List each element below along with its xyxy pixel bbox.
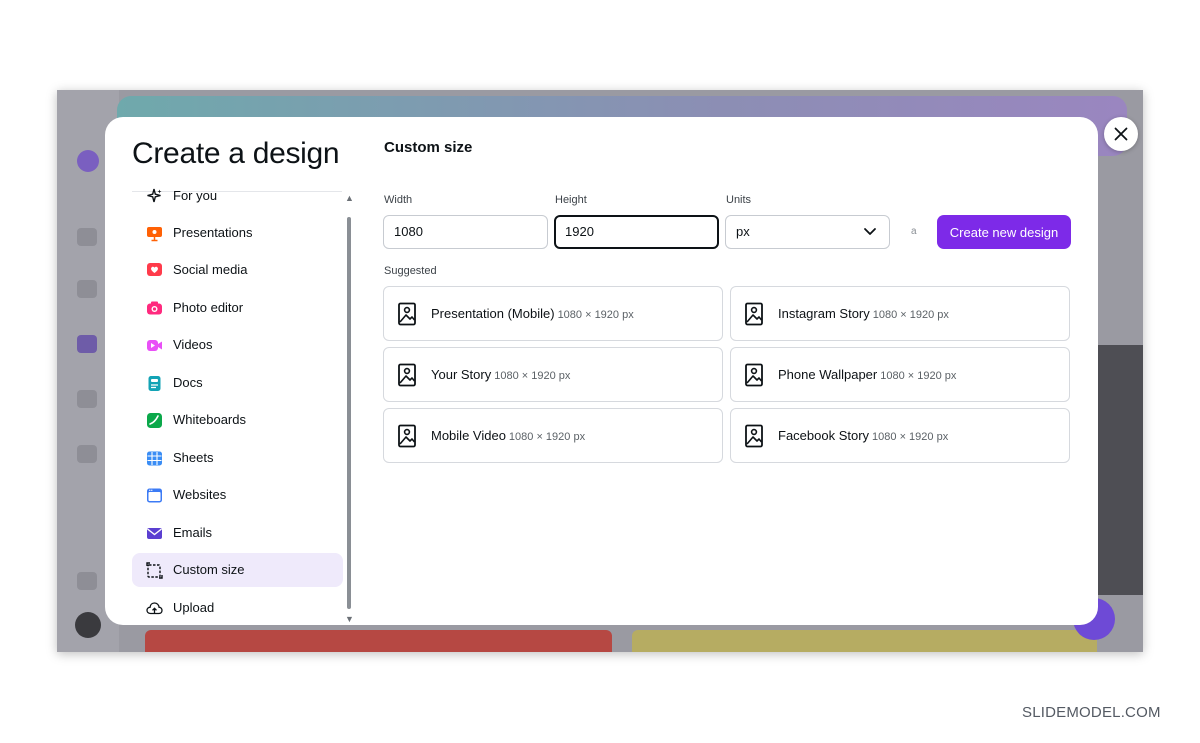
nav-item-label: Upload — [173, 600, 215, 615]
heart-icon — [146, 262, 163, 279]
portrait-image-icon — [745, 424, 763, 448]
sheet-icon — [146, 450, 163, 467]
nav-item-label: Websites — [173, 487, 227, 502]
app-side-icon — [77, 572, 97, 590]
upload-icon — [146, 600, 163, 617]
width-input[interactable]: 1080 — [383, 215, 548, 249]
nav-item-custom-size[interactable]: Custom size — [132, 553, 343, 587]
suggestion-card[interactable]: Your Story 1080 × 1920 px — [383, 347, 723, 402]
suggestion-name: Presentation (Mobile) — [431, 306, 555, 321]
portrait-image-icon — [398, 424, 416, 448]
suggestion-card[interactable]: Presentation (Mobile) 1080 × 1920 px — [383, 286, 723, 341]
camera-icon — [146, 300, 163, 317]
suggestion-name: Mobile Video — [431, 428, 506, 443]
suggestion-card[interactable]: Instagram Story 1080 × 1920 px — [730, 286, 1070, 341]
app-create-dot — [77, 150, 99, 172]
nav-item-label: Photo editor — [173, 300, 244, 315]
doc-icon — [146, 375, 163, 392]
close-icon — [1114, 127, 1128, 141]
nav-scrollbar[interactable] — [347, 217, 351, 609]
email-icon — [146, 525, 163, 542]
whiteboard-icon — [146, 412, 163, 429]
portrait-image-icon — [745, 363, 763, 387]
app-side-icon — [77, 390, 97, 408]
portrait-image-icon — [398, 302, 416, 326]
create-design-modal: Create a design For you Presentations Soci… — [105, 117, 1098, 625]
design-type-nav: For you Presentations Social media Photo ed… — [132, 188, 350, 625]
suggestion-name: Instagram Story — [778, 306, 870, 321]
nav-item-upload[interactable]: Upload — [132, 591, 343, 625]
suggestion-dimensions: 1080 × 1920 px — [872, 431, 949, 443]
nav-item-sheets[interactable]: Sheets — [132, 441, 343, 475]
app-avatar — [75, 612, 101, 638]
suggestion-name: Your Story — [431, 367, 492, 382]
suggestion-name: Facebook Story — [778, 428, 870, 443]
suggestion-dimensions: 1080 × 1920 px — [880, 370, 957, 382]
suggestion-dimensions: 1080 × 1920 px — [508, 431, 586, 443]
sparkle-icon — [146, 188, 163, 205]
scroll-down-arrow[interactable]: ▼ — [345, 614, 354, 624]
width-label: Width — [384, 194, 413, 206]
nav-item-label: Videos — [173, 337, 213, 352]
nav-item-websites[interactable]: Websites — [132, 478, 343, 512]
suggestion-dimensions: 1080 × 1920 px — [872, 309, 949, 321]
presentation-icon — [146, 225, 163, 242]
watermark: SLIDEMODEL.COM — [1022, 704, 1161, 721]
height-label: Height — [555, 194, 587, 206]
app-side-icon — [77, 335, 97, 353]
portrait-image-icon — [398, 363, 416, 387]
nav-item-docs[interactable]: Docs — [132, 366, 343, 400]
nav-item-label: Emails — [173, 525, 213, 540]
suggestion-name: Phone Wallpaper — [778, 367, 878, 382]
nav-item-label: Docs — [173, 375, 203, 390]
nav-item-for-you[interactable]: For you — [132, 179, 343, 213]
nav-item-videos[interactable]: Videos — [132, 328, 343, 362]
website-icon — [146, 487, 163, 504]
app-card-red — [145, 630, 612, 652]
custom-size-heading: Custom size — [384, 139, 473, 156]
suggestion-dimensions: 1080 × 1920 px — [557, 309, 634, 321]
nav-item-label: Presentations — [173, 225, 253, 240]
nav-item-photo-editor[interactable]: Photo editor — [132, 291, 343, 325]
nav-item-presentations[interactable]: Presentations — [132, 216, 343, 250]
units-label: Units — [726, 194, 752, 206]
units-value: px — [736, 224, 750, 239]
app-side-icon — [77, 445, 97, 463]
nav-item-label: Custom size — [173, 562, 245, 577]
close-modal-button[interactable] — [1104, 117, 1138, 151]
nav-item-emails[interactable]: Emails — [132, 516, 343, 550]
chevron-down-icon — [864, 228, 876, 235]
lock-aspect-icon[interactable]: a — [911, 226, 917, 237]
suggested-label: Suggested — [384, 265, 437, 277]
suggestion-card[interactable]: Mobile Video 1080 × 1920 px — [383, 408, 723, 463]
suggestion-card[interactable]: Facebook Story 1080 × 1920 px — [730, 408, 1070, 463]
nav-item-whiteboards[interactable]: Whiteboards — [132, 403, 343, 437]
height-input[interactable]: 1920 — [554, 215, 719, 249]
app-card-yellow — [632, 630, 1097, 652]
nav-item-label: For you — [173, 188, 218, 203]
nav-item-label: Whiteboards — [173, 412, 246, 427]
units-select[interactable]: px — [725, 215, 890, 249]
nav-item-label: Social media — [173, 262, 248, 277]
modal-title: Create a design — [132, 137, 340, 170]
app-side-icon — [77, 228, 97, 246]
portrait-image-icon — [745, 302, 763, 326]
scroll-up-arrow[interactable]: ▲ — [345, 193, 354, 203]
nav-item-label: Sheets — [173, 450, 214, 465]
app-right-panel — [1097, 345, 1143, 595]
video-icon — [146, 337, 163, 354]
create-new-design-button[interactable]: Create new design — [937, 215, 1071, 249]
custom-size-icon — [146, 562, 163, 579]
nav-item-social-media[interactable]: Social media — [132, 253, 343, 287]
suggestion-dimensions: 1080 × 1920 px — [494, 370, 571, 382]
app-side-icon — [77, 280, 97, 298]
suggestion-card[interactable]: Phone Wallpaper 1080 × 1920 px — [730, 347, 1070, 402]
